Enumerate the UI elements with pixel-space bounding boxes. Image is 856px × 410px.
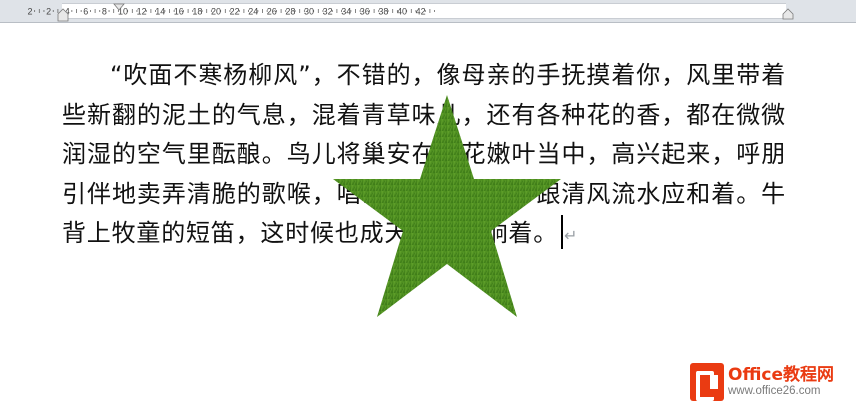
ruler-label: 14 (155, 7, 165, 17)
ruler-label: 6 (83, 7, 88, 17)
ruler-label: 38 (378, 7, 388, 17)
ruler-label: 28 (285, 7, 295, 17)
text-cursor (561, 215, 564, 249)
watermark-brand: Office教程网 (728, 365, 835, 386)
ruler-label: 24 (248, 7, 258, 17)
ruler-label: 18 (192, 7, 202, 17)
star-shape[interactable] (333, 95, 561, 321)
star-polygon[interactable] (333, 95, 561, 317)
ruler-label: 8 (102, 7, 107, 17)
ruler-label: 32 (323, 7, 333, 17)
ruler-label: 40 (397, 7, 407, 17)
ruler-label: 26 (267, 7, 277, 17)
ruler-label: 30 (304, 7, 314, 17)
watermark: Office教程网 www.office26.com (690, 360, 850, 404)
line-1: “吹面不寒杨柳风”，不错的，像母亲的手抚摸着你， (110, 61, 687, 89)
ruler-label: 36 (360, 7, 370, 17)
office-logo-icon (690, 363, 724, 401)
ruler-label: 42 (416, 7, 426, 17)
paragraph-mark-icon: ↵ (564, 226, 578, 245)
right-indent-marker[interactable] (782, 8, 794, 20)
ruler-label: 16 (174, 7, 184, 17)
watermark-url: www.office26.com (728, 384, 821, 397)
document-page[interactable]: “吹面不寒杨柳风”，不错的，像母亲的手抚摸着你，风里带着些新翻的泥土的气息，混着… (0, 23, 856, 410)
ruler-ticks: 2 2 4 6 8 10 12 14 16 18 20 22 24 26 28 30 32 34 36 38 40 42 (27, 3, 794, 22)
ruler-label: 2 (27, 7, 32, 17)
ruler-label: 22 (230, 7, 240, 17)
horizontal-ruler[interactable]: 2 2 4 6 8 10 12 14 16 18 20 22 24 26 28 30 32 34 36 38 40 42 (0, 0, 856, 23)
ruler-label: 20 (211, 7, 221, 17)
ruler-label: 34 (341, 7, 351, 17)
ruler-label: 12 (137, 7, 147, 17)
ruler-label: 2 (46, 7, 51, 17)
